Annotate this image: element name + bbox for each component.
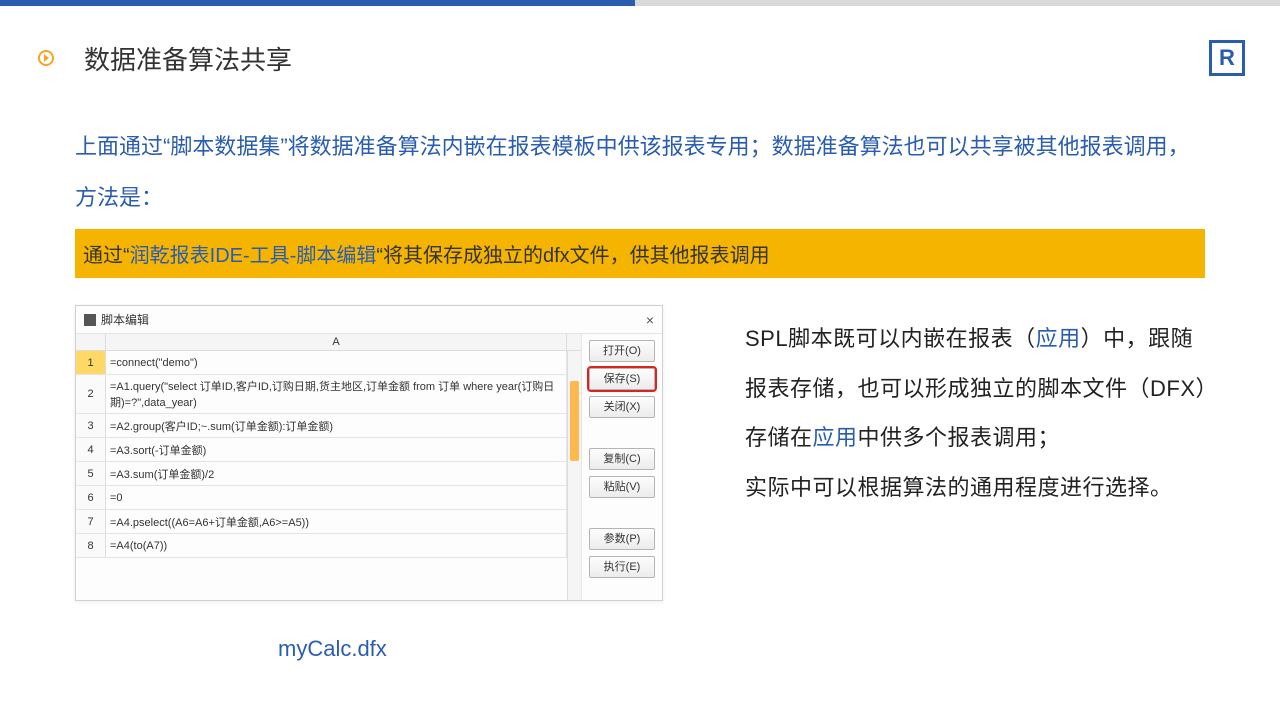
bullet-icon xyxy=(38,50,54,66)
copy-button[interactable]: 复制(C) xyxy=(589,448,655,470)
cell-a7[interactable]: =A4.pselect((A6=A6+订单金额,A6>=A5)) xyxy=(106,510,567,533)
row-number[interactable]: 5 xyxy=(76,462,106,485)
cell-a4[interactable]: =A3.sort(-订单金额) xyxy=(106,438,567,461)
editor-caption: myCalc.dfx xyxy=(278,636,387,662)
script-grid: A 1 =connect("demo") 2 =A1.query("select… xyxy=(76,334,582,600)
explanation-text: SPL脚本既可以内嵌在报表（应用）中，跟随报表存储，也可以形成独立的脚本文件（D… xyxy=(745,314,1215,512)
link-app-1[interactable]: 应用 xyxy=(1036,326,1081,351)
dialog-side-buttons: 打开(O) 保存(S) 关闭(X) 复制(C) 粘贴(V) 参数(P) 执行(E… xyxy=(582,334,662,600)
cell-a8[interactable]: =A4(to(A7)) xyxy=(106,534,567,557)
grid-row[interactable]: 8 =A4(to(A7)) xyxy=(76,534,567,558)
column-a-header[interactable]: A xyxy=(106,334,567,350)
grid-row[interactable]: 5 =A3.sum(订单金额)/2 xyxy=(76,462,567,486)
cell-a1[interactable]: =connect("demo") xyxy=(106,351,567,374)
p1-a: SPL脚本既可以内嵌在报表（ xyxy=(745,326,1036,351)
p1-c: 中供多个报表调用； xyxy=(858,425,1061,450)
params-button[interactable]: 参数(P) xyxy=(589,528,655,550)
top-accent-bar xyxy=(0,0,1280,6)
grid-row[interactable]: 7 =A4.pselect((A6=A6+订单金额,A6>=A5)) xyxy=(76,510,567,534)
banner-highlight: 润乾报表IDE-工具-脚本编辑 xyxy=(130,245,377,267)
grid-row[interactable]: 1 =connect("demo") xyxy=(76,351,567,375)
grid-header: A xyxy=(76,334,581,351)
row-number[interactable]: 4 xyxy=(76,438,106,461)
banner-pre: 通过“ xyxy=(83,245,130,267)
dialog-titlebar: 脚本编辑 × xyxy=(76,306,662,334)
open-button[interactable]: 打开(O) xyxy=(589,340,655,362)
grid-row[interactable]: 4 =A3.sort(-订单金额) xyxy=(76,438,567,462)
paste-button[interactable]: 粘贴(V) xyxy=(589,476,655,498)
row-number[interactable]: 7 xyxy=(76,510,106,533)
cell-a2[interactable]: =A1.query("select 订单ID,客户ID,订购日期,货主地区,订单… xyxy=(106,375,567,413)
row-number[interactable]: 8 xyxy=(76,534,106,557)
row-number[interactable]: 6 xyxy=(76,486,106,509)
brand-logo: R xyxy=(1209,40,1245,76)
highlight-banner: 通过“润乾报表IDE-工具-脚本编辑“将其保存成独立的dfx文件，供其他报表调用 xyxy=(75,229,1205,278)
close-button[interactable]: 关闭(X) xyxy=(589,396,655,418)
close-icon[interactable]: × xyxy=(646,312,654,328)
row-number[interactable]: 1 xyxy=(76,351,106,374)
page-title: 数据准备算法共享 xyxy=(84,40,292,77)
grid-row[interactable]: 2 =A1.query("select 订单ID,客户ID,订购日期,货主地区,… xyxy=(76,375,567,414)
run-button[interactable]: 执行(E) xyxy=(589,556,655,578)
row-number[interactable]: 2 xyxy=(76,375,106,413)
row-number[interactable]: 3 xyxy=(76,414,106,437)
cell-a3[interactable]: =A2.group(客户ID;~.sum(订单金额):订单金额) xyxy=(106,414,567,437)
script-editor-dialog: 脚本编辑 × A 1 =connect("demo") 2 =A1.query(… xyxy=(75,305,663,601)
cell-a6[interactable]: =0 xyxy=(106,486,567,509)
vertical-scrollbar[interactable] xyxy=(567,351,581,600)
p2: 实际中可以根据算法的通用程度进行选择。 xyxy=(745,475,1173,500)
intro-paragraph: 上面通过“脚本数据集”将数据准备算法内嵌在报表模板中供该报表专用；数据准备算法也… xyxy=(75,122,1195,223)
grid-row[interactable]: 6 =0 xyxy=(76,486,567,510)
banner-post: “将其保存成独立的dfx文件，供其他报表调用 xyxy=(376,245,769,267)
grid-row[interactable]: 3 =A2.group(客户ID;~.sum(订单金额):订单金额) xyxy=(76,414,567,438)
app-icon xyxy=(84,314,96,326)
save-button[interactable]: 保存(S) xyxy=(589,368,655,390)
link-app-2[interactable]: 应用 xyxy=(813,425,858,450)
dialog-title: 脚本编辑 xyxy=(101,311,149,328)
cell-a5[interactable]: =A3.sum(订单金额)/2 xyxy=(106,462,567,485)
